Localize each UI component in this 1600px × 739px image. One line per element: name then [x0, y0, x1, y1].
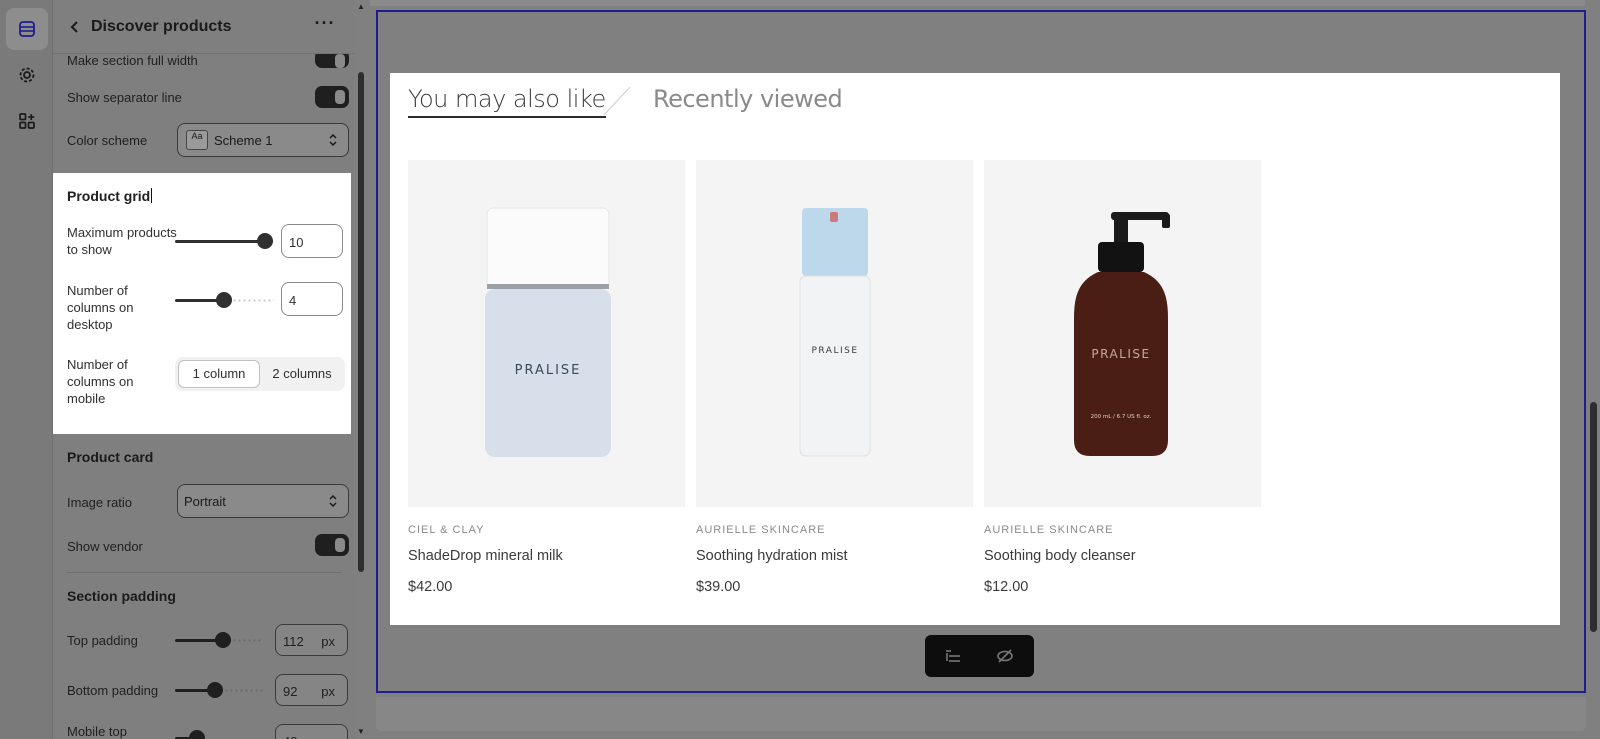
scheme-swatch-icon: Aa	[186, 130, 208, 150]
settings-panel: Discover products ··· Make section full …	[53, 0, 355, 739]
text-caret	[151, 188, 153, 203]
top-padding-input[interactable]: 112 px	[275, 624, 348, 656]
back-arrow-icon[interactable]	[65, 17, 85, 37]
icon-rail	[0, 0, 53, 739]
hide-section-icon[interactable]	[995, 646, 1015, 666]
tab-separator-slash	[603, 86, 631, 116]
recommendations-section[interactable]: You may also like Recently viewed PRALIS…	[390, 73, 1560, 625]
product-grid-title: Product grid	[67, 188, 153, 204]
color-scheme-value: Scheme 1	[214, 133, 273, 148]
settings-rail-button[interactable]	[6, 54, 48, 96]
product-card-title: Product card	[67, 449, 154, 465]
product-image[interactable]: PRALISE 200 mL / 6.7 US fl. oz.	[984, 160, 1261, 507]
product-price: $39.00	[696, 579, 741, 595]
mobile-top-padding-label: Mobile top	[67, 724, 127, 739]
mobile-1-column-option[interactable]: 1 column	[178, 360, 260, 388]
product-title[interactable]: Soothing hydration mist	[696, 548, 848, 564]
move-section-icon[interactable]	[943, 646, 963, 666]
separator-toggle[interactable]	[315, 86, 349, 108]
panel-title: Discover products	[91, 18, 232, 35]
scroll-down-arrow-icon[interactable]: ▼	[357, 727, 365, 736]
product-vendor: CIEL & CLAY	[408, 524, 485, 536]
max-products-slider[interactable]	[175, 231, 273, 251]
slider-steps	[232, 299, 274, 302]
preview-top-edge	[370, 0, 1585, 6]
image-ratio-select[interactable]: Portrait	[177, 484, 349, 518]
mobile-top-padding-slider[interactable]	[175, 728, 263, 739]
mobile-2-columns-option[interactable]: 2 columns	[261, 360, 343, 388]
columns-desktop-slider[interactable]	[175, 290, 274, 310]
more-actions-button[interactable]: ···	[313, 14, 337, 37]
gear-icon	[19, 67, 35, 83]
full-width-label: Make section full width	[67, 53, 198, 68]
panel-scrollbar[interactable]: ▲ ▼	[356, 0, 366, 739]
sunscreen-bottle-image: PRALISE	[485, 207, 611, 457]
section-padding-title: Section padding	[67, 588, 176, 604]
bottle-brand-text: PRALISE	[1091, 347, 1150, 361]
sections-rail-button[interactable]	[6, 8, 48, 50]
chevron-updown-icon	[329, 494, 337, 508]
mobile-top-padding-value: 40	[283, 734, 297, 739]
px-unit: px	[321, 684, 335, 699]
columns-desktop-label: Number of columns on desktop	[67, 283, 134, 332]
color-scheme-select[interactable]: Aa Scheme 1	[177, 123, 349, 157]
columns-desktop-input[interactable]: 4	[281, 282, 343, 316]
bottom-padding-value: 92	[283, 684, 298, 699]
bottom-padding-slider[interactable]	[175, 680, 263, 700]
slider-steps	[232, 639, 263, 642]
sections-icon	[19, 21, 35, 37]
product-vendor: AURIELLE SKINCARE	[984, 524, 1114, 536]
slider-thumb[interactable]	[257, 233, 273, 249]
separator-label: Show separator line	[67, 90, 182, 105]
product-price: $42.00	[408, 579, 453, 595]
product-grid-settings: Product grid Maximum products to show 10…	[53, 173, 351, 434]
columns-mobile-label: Number of columns on mobile	[67, 357, 134, 406]
section-divider	[67, 572, 341, 573]
product-price: $12.00	[984, 579, 1029, 595]
panel-scrollbar-thumb[interactable]	[358, 72, 364, 572]
product-title[interactable]: Soothing body cleanser	[984, 548, 1136, 564]
bottle-volume-text: 200 mL / 6.7 US fl. oz.	[1091, 414, 1152, 420]
apps-rail-button[interactable]	[6, 100, 48, 142]
image-ratio-value: Portrait	[184, 494, 226, 509]
slider-thumb[interactable]	[207, 682, 223, 698]
image-ratio-label: Image ratio	[67, 495, 133, 510]
product-image[interactable]: PRALISE	[696, 160, 973, 507]
show-vendor-toggle[interactable]	[315, 534, 349, 556]
top-padding-label: Top padding	[67, 633, 138, 648]
tab-recently-viewed[interactable]: Recently viewed	[653, 85, 843, 113]
px-unit: px	[321, 634, 335, 649]
slider-thumb[interactable]	[189, 730, 205, 739]
color-scheme-label: Color scheme	[67, 133, 148, 148]
cleanser-bottle-image: PRALISE 200 mL / 6.7 US fl. oz.	[1074, 212, 1170, 456]
apps-icon	[19, 113, 35, 129]
scroll-up-arrow-icon[interactable]: ▲	[357, 2, 365, 11]
product-vendor: AURIELLE SKINCARE	[696, 524, 826, 536]
show-vendor-label: Show vendor	[67, 539, 143, 554]
top-padding-slider[interactable]	[175, 630, 263, 650]
bottle-brand-text: PRALISE	[811, 346, 858, 356]
preview-scrollbar[interactable]	[1587, 0, 1600, 739]
columns-mobile-segmented: 1 column 2 columns	[175, 357, 345, 391]
mist-bottle-image: PRALISE	[799, 208, 871, 457]
bottom-padding-input[interactable]: 92 px	[275, 674, 348, 706]
bottle-brand-text: PRALISE	[515, 363, 582, 378]
max-products-input[interactable]: 10	[281, 224, 343, 258]
bottom-padding-label: Bottom padding	[67, 683, 159, 698]
product-title[interactable]: ShadeDrop mineral milk	[408, 548, 563, 564]
preview-scrollbar-thumb[interactable]	[1590, 402, 1597, 632]
tab-you-may-also-like[interactable]: You may also like	[408, 85, 606, 118]
preview-bottom-edge	[376, 697, 1586, 731]
max-products-label: Maximum products to show	[67, 225, 177, 257]
chevron-updown-icon	[329, 133, 337, 147]
slider-thumb[interactable]	[216, 292, 232, 308]
mobile-top-padding-input[interactable]: 40	[275, 724, 348, 739]
top-padding-value: 112	[283, 634, 304, 649]
product-image[interactable]: PRALISE	[408, 160, 685, 507]
panel-header: Discover products ···	[53, 0, 355, 54]
slider-steps	[224, 689, 263, 692]
slider-thumb[interactable]	[215, 632, 231, 648]
section-floating-toolbar	[925, 635, 1034, 677]
